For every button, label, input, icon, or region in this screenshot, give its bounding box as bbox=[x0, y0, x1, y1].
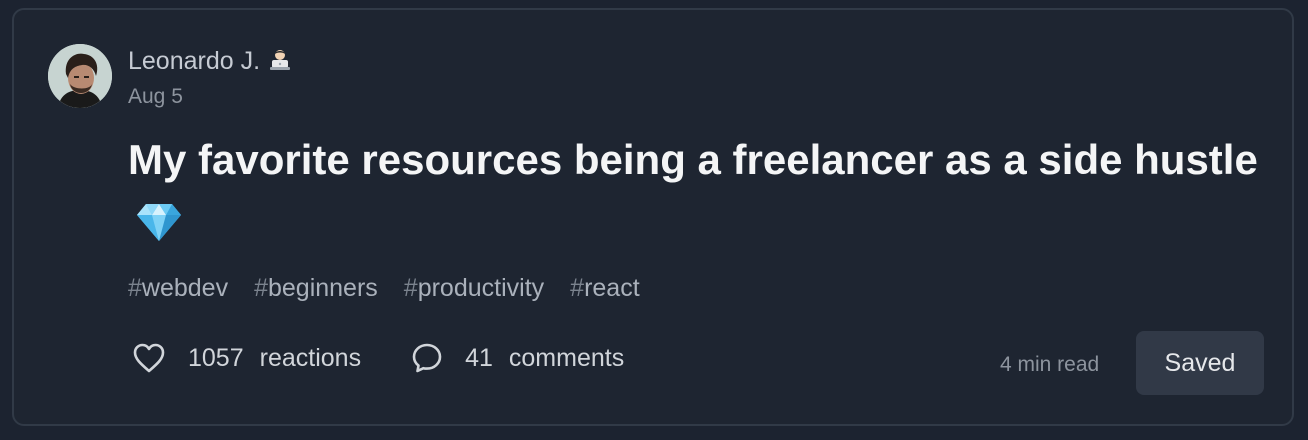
gem-emoji-icon bbox=[136, 198, 182, 258]
post-card[interactable]: Leonardo J. Aug 5 My favorite resources … bbox=[12, 8, 1294, 426]
tag-label: productivity bbox=[417, 274, 545, 302]
author-name[interactable]: Leonardo J. bbox=[128, 46, 292, 79]
post-title-text[interactable]: My favorite resources being a freelancer… bbox=[128, 136, 1258, 183]
tag-react[interactable]: #react bbox=[570, 272, 640, 304]
technologist-emoji-icon bbox=[268, 48, 292, 79]
comments-label: comments bbox=[508, 343, 625, 372]
reactions-link[interactable]: 1057 reactions bbox=[132, 342, 361, 374]
tag-beginners[interactable]: #beginners bbox=[254, 272, 378, 304]
author-avatar[interactable] bbox=[48, 44, 112, 108]
tag-webdev[interactable]: #webdev bbox=[128, 272, 228, 304]
comments-count: 41 bbox=[465, 343, 493, 372]
reactions-count: 1057 bbox=[188, 343, 244, 372]
tag-productivity[interactable]: #productivity bbox=[404, 272, 544, 304]
comment-icon bbox=[412, 343, 442, 373]
author-name-text[interactable]: Leonardo J. bbox=[128, 47, 260, 75]
heart-icon bbox=[133, 343, 165, 373]
saved-button[interactable]: Saved bbox=[1136, 331, 1264, 395]
tag-label: react bbox=[584, 274, 640, 302]
post-title[interactable]: My favorite resources being a freelancer… bbox=[128, 130, 1258, 258]
tag-hash: # bbox=[403, 274, 418, 302]
tag-hash: # bbox=[254, 274, 268, 302]
post-date[interactable]: Aug 5 bbox=[128, 84, 183, 110]
tag-hash: # bbox=[128, 274, 142, 302]
read-time: 4 min read bbox=[1000, 353, 1100, 376]
comments-link[interactable]: 41 comments bbox=[411, 342, 624, 374]
tag-label: beginners bbox=[267, 274, 378, 302]
tag-list: #webdev #beginners #productivity #react bbox=[128, 272, 640, 304]
post-actions: 1057 reactions 41 comments bbox=[132, 342, 624, 374]
reactions-label: reactions bbox=[259, 343, 362, 372]
tag-label: webdev bbox=[141, 274, 229, 302]
tag-hash: # bbox=[570, 274, 585, 302]
